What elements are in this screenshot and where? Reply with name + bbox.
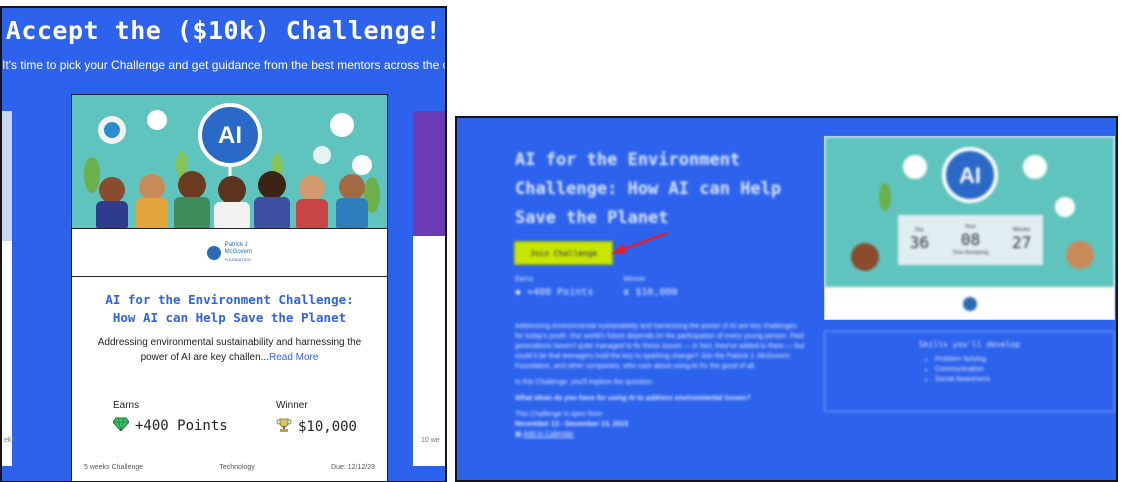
challenge-card-footer: 5 weeks Challenge Technology Due: 12/12/… xyxy=(84,464,375,471)
challenge-card-title[interactable]: AI for the Environment Challenge: How AI… xyxy=(72,291,387,327)
timer-hour-value: 08 xyxy=(960,230,981,249)
detail-paragraph-1: Addressing environmental sustainability … xyxy=(515,323,805,370)
read-more-link[interactable]: Read More xyxy=(269,352,318,363)
winner-value: $10,000 xyxy=(297,419,357,435)
ai-badge-text: AI xyxy=(218,122,242,149)
skill-item: Communication xyxy=(935,365,1114,375)
timer-day-value: 36 xyxy=(909,233,929,252)
prev-challenge-card[interactable]: eks xyxy=(2,111,15,466)
sponsor-logo-line3: FOUNDATION xyxy=(224,257,251,262)
timer-remaining-label: Time Remaining xyxy=(952,250,989,256)
challenge-category: Technology xyxy=(219,464,255,471)
challenges-list-panel: Accept the ($10k) Challenge! It's time t… xyxy=(0,6,447,482)
challenge-card[interactable]: AI Patrick J McGovern FOUNDATION AI for … xyxy=(71,94,388,481)
detail-earns-value: +400 Points xyxy=(527,287,594,298)
detail-open-label: This Challenge is open from xyxy=(515,411,603,418)
earns-label: Earns xyxy=(113,400,140,411)
winner-label: Winner xyxy=(275,400,308,411)
challenge-card-image: AI xyxy=(72,95,387,229)
detail-ai-badge-text: AI xyxy=(959,163,981,188)
winner-stat: Winner $10,000 xyxy=(276,400,357,437)
detail-winner-label: Winner xyxy=(623,276,646,283)
skill-item: Problem Solving xyxy=(935,355,1114,365)
detail-earns-label: Earns xyxy=(515,276,534,283)
add-to-calendar-link[interactable]: Add to Calendar xyxy=(523,431,574,438)
diamond-icon xyxy=(112,417,130,435)
sponsor-logo: Patrick J McGovern FOUNDATION xyxy=(72,229,387,277)
calendar-icon: ▦ xyxy=(515,431,522,438)
countdown-timer: Day 36 Hour 08 Time Remaining Minutes 27 xyxy=(898,215,1043,265)
earns-stat: Earns +400 Points xyxy=(112,400,228,437)
trophy-icon: ♛ xyxy=(623,287,630,298)
detail-earns: Earns ◆ +400 Points xyxy=(515,276,593,298)
detail-stats: Earns ◆ +400 Points Winner ♛ $10,000 xyxy=(515,276,678,298)
earns-value: +400 Points xyxy=(135,418,228,434)
sponsor-logo-line1: Patrick J xyxy=(224,242,248,248)
challenge-due-date: Due: 12/12/23 xyxy=(331,464,375,471)
sponsor-logo-mark xyxy=(206,245,221,260)
next-card-image xyxy=(413,111,445,236)
skills-heading: Skills you'll develop xyxy=(918,340,1021,349)
detail-paragraph-2: In this Challenge, you'll explore the qu… xyxy=(515,379,654,386)
join-challenge-button[interactable]: Join Challenge xyxy=(514,241,613,265)
challenge-detail-panel: AI for the Environment Challenge: How AI… xyxy=(455,116,1118,482)
detail-winner-value: $10,000 xyxy=(635,287,678,298)
skill-item: Social Awareness xyxy=(935,375,1114,385)
sponsor-logo-line2: McGovern xyxy=(224,249,253,255)
diamond-icon: ◆ xyxy=(515,287,522,298)
challenge-duration: 5 weeks Challenge xyxy=(84,464,144,471)
detail-image-card: AI Day 36 Hour 08 Time Remaining Minutes 27 xyxy=(824,136,1115,320)
red-arrow-annotation xyxy=(611,231,668,254)
skills-box: Skills you'll develop Problem Solving Co… xyxy=(824,331,1115,412)
challenge-card-stats: Earns +400 Points Winner $10,000 xyxy=(112,400,357,437)
next-challenge-card[interactable]: 10 we xyxy=(413,111,445,466)
challenge-card-description: Addressing environmental sustainability … xyxy=(72,335,387,365)
prev-card-image xyxy=(2,111,12,241)
detail-title: AI for the Environment Challenge: How AI… xyxy=(515,150,782,228)
page-subheadline: It's time to pick your Challenge and get… xyxy=(2,58,447,72)
detail-question: What ideas do you have for using AI to a… xyxy=(515,395,751,402)
detail-sponsor-logo-mark xyxy=(962,297,977,311)
detail-body: Addressing environmental sustainability … xyxy=(515,322,805,440)
trophy-icon xyxy=(276,417,292,437)
detail-sponsor-logo xyxy=(825,287,1114,321)
page-headline: Accept the ($10k) Challenge! xyxy=(5,16,442,45)
prev-card-footer: eks xyxy=(4,437,15,444)
timer-minute-value: 27 xyxy=(1012,233,1032,252)
challenge-card-description-text: Addressing environmental sustainability … xyxy=(97,337,362,363)
next-card-footer: 10 we xyxy=(421,437,440,444)
detail-winner: Winner ♛ $10,000 xyxy=(623,276,677,298)
detail-dates: November 13 - December 13, 2023 xyxy=(515,421,629,428)
